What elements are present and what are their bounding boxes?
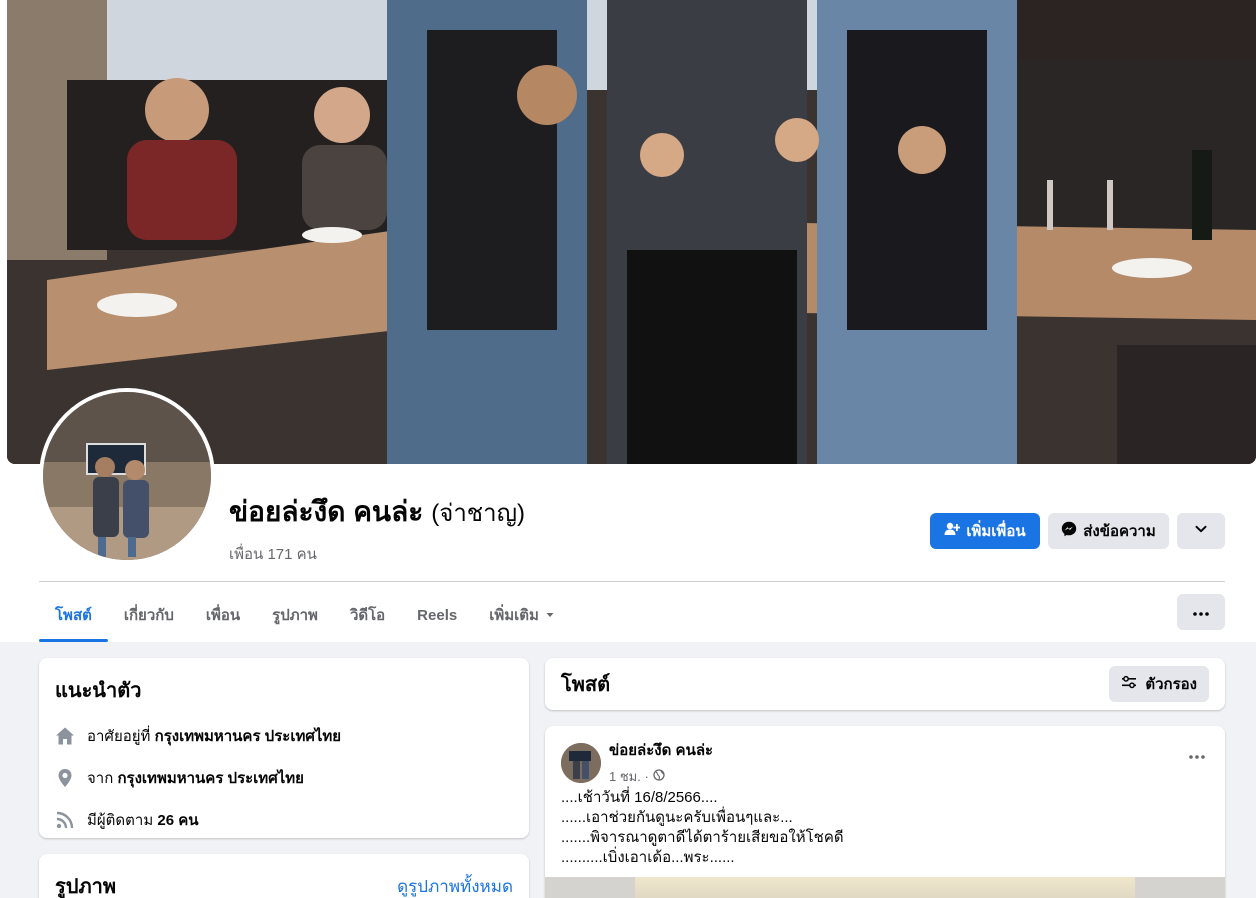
- from-prefix: จาก: [87, 770, 114, 787]
- photos-card: รูปภาพ ดูรูปภาพทั้งหมด: [39, 854, 529, 898]
- message-label: ส่งข้อความ: [1083, 523, 1156, 540]
- tab-friends[interactable]: เพื่อน: [190, 588, 256, 642]
- profile-alternate-name: (จ่าชาญ): [431, 500, 526, 527]
- cover-photo-image: [7, 0, 1256, 464]
- followers-text: มีผู้ติดตาม 26 คน: [87, 808, 199, 832]
- intro-card: แนะนำตัว อาศัยอยู่ที่ กรุงเทพมหานคร ประเ…: [39, 658, 529, 838]
- avatar: [43, 392, 211, 560]
- tab-label: วิดีโอ: [349, 607, 386, 624]
- tab-reels[interactable]: Reels: [401, 588, 473, 642]
- post-header: ข่อยล่ะงึด คนล่ะ 1 ชม. ·: [561, 738, 713, 787]
- filter-button[interactable]: ตัวกรอง: [1109, 666, 1209, 702]
- location-pin-icon: [55, 768, 75, 788]
- more-dots-icon: [1189, 746, 1205, 763]
- profile-name-block: ข่อยล่ะงึด คนล่ะ (จ่าชาญ) เพื่อน 171 คน: [229, 490, 525, 566]
- from-text: จาก กรุงเทพมหานคร ประเทศไทย: [87, 766, 304, 790]
- add-friend-label: เพิ่มเพื่อน: [966, 523, 1026, 540]
- profile-tabs: โพสต์ เกี่ยวกับ เพื่อน รูปภาพ วิดีโอ Ree…: [39, 588, 571, 642]
- profile-name: ข่อยล่ะงึด คนล่ะ (จ่าชาญ): [229, 490, 525, 534]
- profile-avatar[interactable]: [39, 388, 215, 564]
- post-line: ....เช้าวันที่ 16/8/2566....: [561, 789, 718, 806]
- post-options-button[interactable]: [1189, 746, 1205, 764]
- messenger-icon: [1061, 521, 1077, 541]
- tab-posts[interactable]: โพสต์: [39, 588, 108, 642]
- caret-down-icon: [545, 607, 555, 624]
- add-friend-button[interactable]: เพิ่มเพื่อน: [930, 513, 1040, 549]
- chevron-down-icon: [1194, 522, 1208, 540]
- tab-label: เกี่ยวกับ: [123, 607, 174, 624]
- tab-more[interactable]: เพิ่มเติม: [473, 588, 571, 642]
- filter-label: ตัวกรอง: [1145, 676, 1197, 693]
- tab-label: เพิ่มเติม: [489, 607, 539, 624]
- more-actions-button[interactable]: [1177, 513, 1225, 549]
- post-card: ข่อยล่ะงึด คนล่ะ 1 ชม. · ....เช้าวันที่ …: [545, 726, 1225, 898]
- post-author-name[interactable]: ข่อยล่ะงึด คนล่ะ: [609, 738, 713, 762]
- tab-photos[interactable]: รูปภาพ: [256, 588, 334, 642]
- rss-icon: [55, 810, 75, 830]
- from-value[interactable]: กรุงเทพมหานคร ประเทศไทย: [117, 770, 303, 787]
- post-time[interactable]: 1 ชม. ·: [609, 766, 649, 787]
- tab-label: Reels: [417, 606, 458, 624]
- intro-from: จาก กรุงเทพมหานคร ประเทศไทย: [55, 766, 513, 790]
- header-divider: [39, 581, 1225, 582]
- post-text: ....เช้าวันที่ 16/8/2566.... ......เอาช่…: [561, 788, 844, 868]
- cover-photo[interactable]: [7, 0, 1256, 464]
- intro-title: แนะนำตัว: [55, 680, 142, 702]
- sliders-icon: [1121, 674, 1137, 694]
- tab-label: รูปภาพ: [272, 607, 318, 624]
- tab-about[interactable]: เกี่ยวกับ: [108, 588, 190, 642]
- tab-label: เพื่อน: [205, 607, 241, 624]
- lives-in-prefix: อาศัยอยู่ที่: [87, 728, 151, 745]
- globe-icon: [653, 769, 665, 784]
- message-button[interactable]: ส่งข้อความ: [1048, 513, 1169, 549]
- posts-title: โพสต์: [561, 674, 611, 696]
- post-author-info: ข่อยล่ะงึด คนล่ะ 1 ชม. ·: [609, 738, 713, 787]
- lives-in-text: อาศัยอยู่ที่ กรุงเทพมหานคร ประเทศไทย: [87, 724, 341, 748]
- person-plus-icon: [944, 521, 961, 541]
- intro-followers: มีผู้ติดตาม 26 คน: [55, 808, 513, 832]
- tabs-overflow-button[interactable]: [1177, 594, 1225, 630]
- photos-header: รูปภาพ ดูรูปภาพทั้งหมด: [55, 870, 513, 898]
- post-line: .......พิจารณาดูตาดีได้ตาร้ายเสียขอให้โช…: [561, 829, 844, 846]
- intro-lives-in: อาศัยอยู่ที่ กรุงเทพมหานคร ประเทศไทย: [55, 724, 513, 748]
- photos-title: รูปภาพ: [55, 876, 117, 898]
- friends-count[interactable]: เพื่อน 171 คน: [229, 542, 525, 566]
- profile-actions: เพิ่มเพื่อน ส่งข้อความ: [930, 513, 1225, 549]
- post-meta: 1 ชม. ·: [609, 766, 713, 787]
- tab-videos[interactable]: วิดีโอ: [334, 588, 401, 642]
- more-dots-icon: [1193, 603, 1209, 621]
- profile-name-text: ข่อยล่ะงึด คนล่ะ: [229, 496, 424, 527]
- post-image[interactable]: [545, 877, 1225, 898]
- tab-label: โพสต์: [55, 607, 92, 624]
- posts-header-card: โพสต์ ตัวกรอง: [545, 658, 1225, 710]
- followers-value[interactable]: 26 คน: [157, 812, 198, 829]
- post-line: ..........เบิ่งเอาเด้อ...พระ......: [561, 849, 735, 866]
- profile-header: ข่อยล่ะงึด คนล่ะ (จ่าชาญ) เพื่อน 171 คน …: [0, 0, 1256, 642]
- post-image-content: [635, 877, 1135, 898]
- see-all-photos-link[interactable]: ดูรูปภาพทั้งหมด: [397, 873, 513, 898]
- home-icon: [55, 726, 75, 746]
- lives-in-value[interactable]: กรุงเทพมหานคร ประเทศไทย: [155, 728, 341, 745]
- post-line: ......เอาช่วยกันดูนะครับเพื่อนๆและ...: [561, 809, 793, 826]
- post-author-avatar[interactable]: [561, 742, 601, 783]
- followers-prefix: มีผู้ติดตาม: [87, 812, 154, 829]
